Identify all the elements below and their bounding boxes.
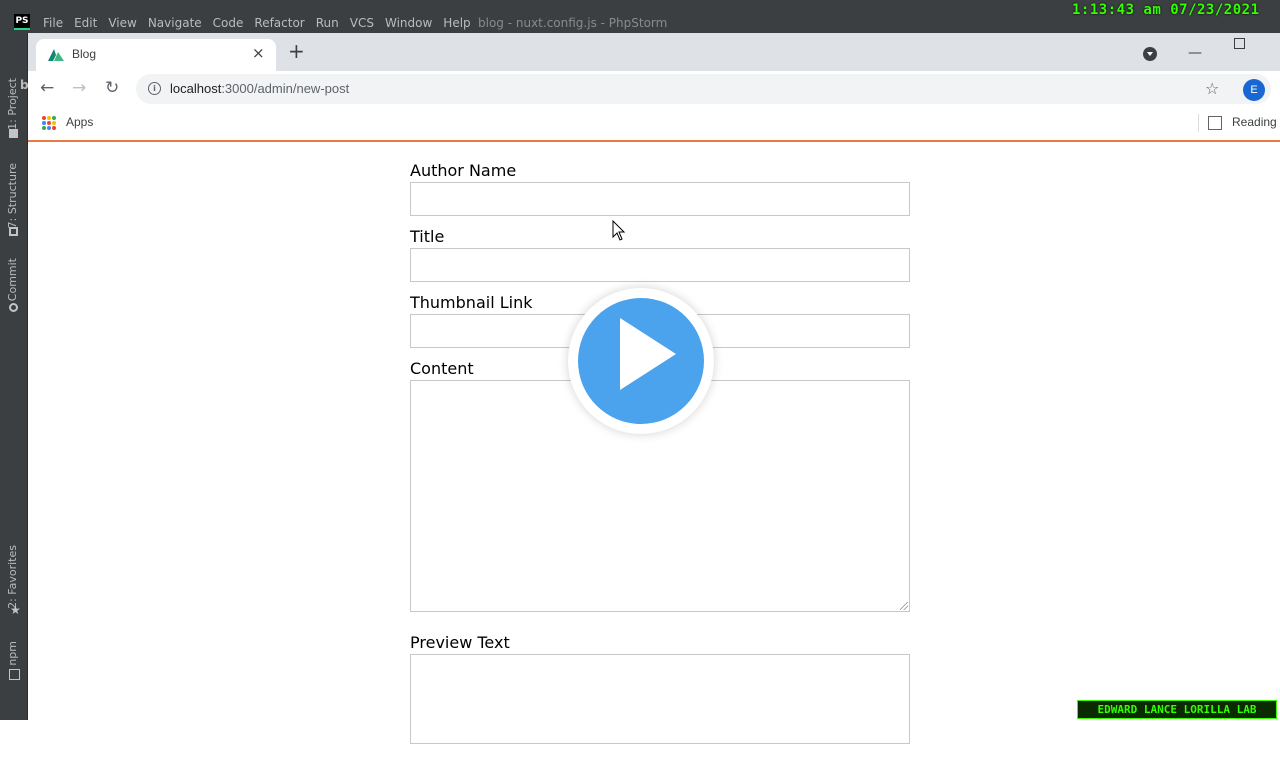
tool-tab-project[interactable]: 1: Project [6, 78, 19, 130]
bookmark-apps[interactable]: Apps [66, 115, 93, 129]
minimize-icon[interactable]: — [1188, 45, 1202, 61]
tab-blog[interactable]: Blog × [36, 39, 276, 71]
tab-close-icon[interactable]: × [252, 44, 265, 62]
tool-tab-structure[interactable]: 7: Structure [6, 163, 19, 228]
resize-grip-icon[interactable] [900, 602, 908, 610]
preview-text-label: Preview Text [410, 633, 510, 652]
channel-watermark: EDWARD LANCE LORILLA LAB [1077, 700, 1277, 719]
tab-search-icon[interactable] [1143, 47, 1157, 61]
header-accent-bar [28, 140, 1280, 142]
overlay-clock: 1:13:43 am 07/23/2021 [1072, 2, 1260, 18]
apps-grid-icon[interactable] [42, 116, 56, 130]
url-host: localhost [170, 81, 222, 96]
back-arrow-icon[interactable]: ← [40, 78, 54, 98]
url-text[interactable]: localhost:3000/admin/new-post [170, 81, 349, 96]
menu-edit[interactable]: Edit [74, 16, 97, 30]
tab-strip: Blog × + — [28, 33, 1280, 71]
menu-view[interactable]: View [108, 16, 136, 30]
browser-toolbar: ← → ↻ i localhost:3000/admin/new-post ☆ [28, 71, 1280, 107]
folder-icon [9, 129, 18, 138]
video-play-button[interactable] [568, 288, 714, 434]
author-name-input[interactable] [410, 182, 910, 216]
commit-icon [9, 303, 18, 312]
bookmark-star-icon[interactable]: ☆ [1205, 79, 1219, 98]
ide-tool-strip: b 1: Project 7: Structure Commit 2: Favo… [0, 33, 29, 720]
play-icon [620, 318, 676, 390]
bookmarks-divider [1198, 114, 1199, 132]
title-label: Title [410, 227, 445, 246]
npm-icon [9, 669, 20, 680]
tool-tab-commit[interactable]: Commit [6, 258, 19, 301]
mouse-cursor-icon [612, 220, 626, 241]
reading-list-button[interactable]: Reading [1232, 115, 1277, 129]
bookmarks-bar: Apps Reading [28, 107, 1280, 139]
menu-navigate[interactable]: Navigate [148, 16, 202, 30]
profile-avatar[interactable]: E [1243, 79, 1265, 101]
ide-menu: File Edit View Navigate Code Refactor Ru… [43, 16, 482, 30]
reload-icon[interactable]: ↻ [105, 78, 119, 98]
maximize-icon[interactable] [1234, 38, 1245, 49]
menu-code[interactable]: Code [213, 16, 244, 30]
menu-run[interactable]: Run [316, 16, 339, 30]
new-tab-button[interactable]: + [288, 41, 305, 61]
menu-help[interactable]: Help [443, 16, 470, 30]
structure-icon [9, 227, 18, 236]
ide-window-title: blog - nuxt.config.js - PhpStorm [478, 16, 668, 30]
new-post-form: Author Name Title Thumbnail Link Content… [410, 161, 910, 765]
phpstorm-logo-icon: PS [14, 14, 30, 30]
tool-tab-npm[interactable]: npm [6, 641, 19, 666]
menu-refactor[interactable]: Refactor [254, 16, 304, 30]
site-info-icon[interactable]: i [148, 82, 161, 95]
author-name-label: Author Name [410, 161, 517, 180]
tool-tab-favorites[interactable]: 2: Favorites [6, 545, 19, 609]
menu-window[interactable]: Window [385, 16, 432, 30]
address-bar[interactable]: i localhost:3000/admin/new-post ☆ [136, 74, 1271, 104]
reading-list-icon [1208, 116, 1222, 130]
url-path: :3000/admin/new-post [221, 81, 350, 96]
favorites-star-icon: ★ [10, 603, 21, 617]
forward-arrow-icon[interactable]: → [72, 78, 86, 98]
preview-text-textarea[interactable] [410, 654, 910, 744]
menu-vcs[interactable]: VCS [350, 16, 374, 30]
nuxt-favicon-icon [48, 49, 64, 61]
menu-file[interactable]: File [43, 16, 63, 30]
title-input[interactable] [410, 248, 910, 282]
tab-title: Blog [72, 47, 97, 61]
